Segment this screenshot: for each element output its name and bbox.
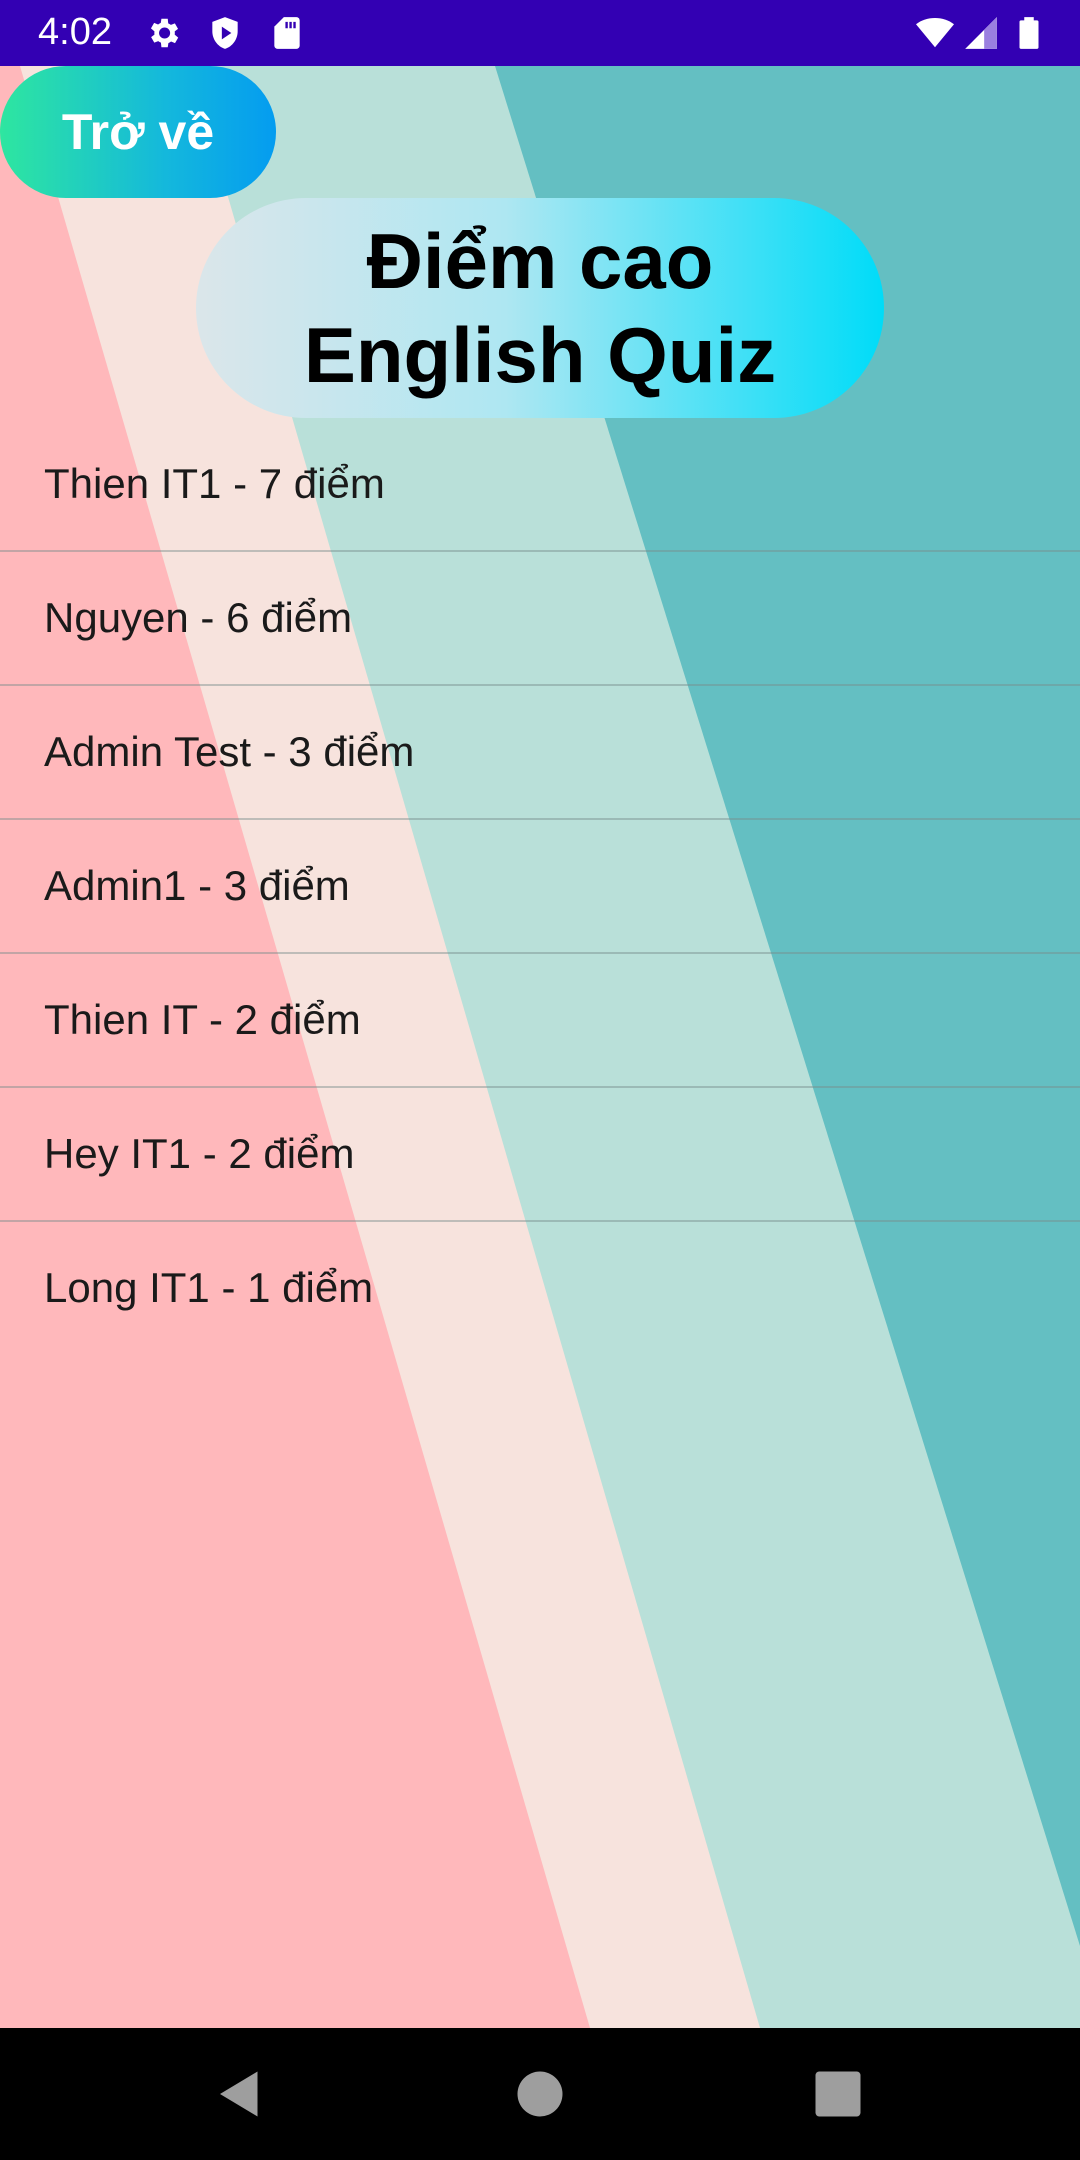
title-line-2: English Quiz [303,311,777,399]
sd-card-icon [274,17,300,49]
high-score-list: Thien IT1 - 7 điểm Nguyen - 6 điểm Admin… [0,418,1080,1356]
status-bar: 4:02 [0,0,1080,66]
list-item[interactable]: Thien IT1 - 7 điểm [0,418,1080,552]
back-button[interactable]: Trở về [0,66,276,198]
list-item[interactable]: Admin1 - 3 điểm [0,820,1080,954]
settings-icon [150,18,179,48]
list-item[interactable]: Hey IT1 - 2 điểm [0,1088,1080,1222]
cell-signal-icon [965,17,997,49]
score-text: Admin Test - 3 điểm [44,728,415,775]
list-item[interactable]: Nguyen - 6 điểm [0,552,1080,686]
recents-icon[interactable] [808,2064,868,2124]
score-text: Hey IT1 - 2 điểm [44,1130,355,1177]
battery-icon [1019,17,1039,49]
score-text: Admin1 - 3 điểm [44,862,350,909]
title-line-1: Điểm cao [366,217,714,305]
list-item[interactable]: Long IT1 - 1 điểm [0,1222,1080,1356]
score-text: Thien IT - 2 điểm [44,996,361,1043]
score-text: Nguyen - 6 điểm [44,594,353,641]
score-text: Long IT1 - 1 điểm [44,1264,374,1311]
score-text: Thien IT1 - 7 điểm [44,460,385,507]
wifi-icon [916,17,954,48]
shield-play-icon [212,17,238,49]
list-item[interactable]: Admin Test - 3 điểm [0,686,1080,820]
home-icon[interactable] [510,2064,570,2124]
status-time: 4:02 [38,11,112,53]
navigation-bar [0,2028,1080,2160]
back-icon[interactable] [210,2064,270,2124]
page-title: Điểm cao English Quiz [196,198,884,418]
list-item[interactable]: Thien IT - 2 điểm [0,954,1080,1088]
